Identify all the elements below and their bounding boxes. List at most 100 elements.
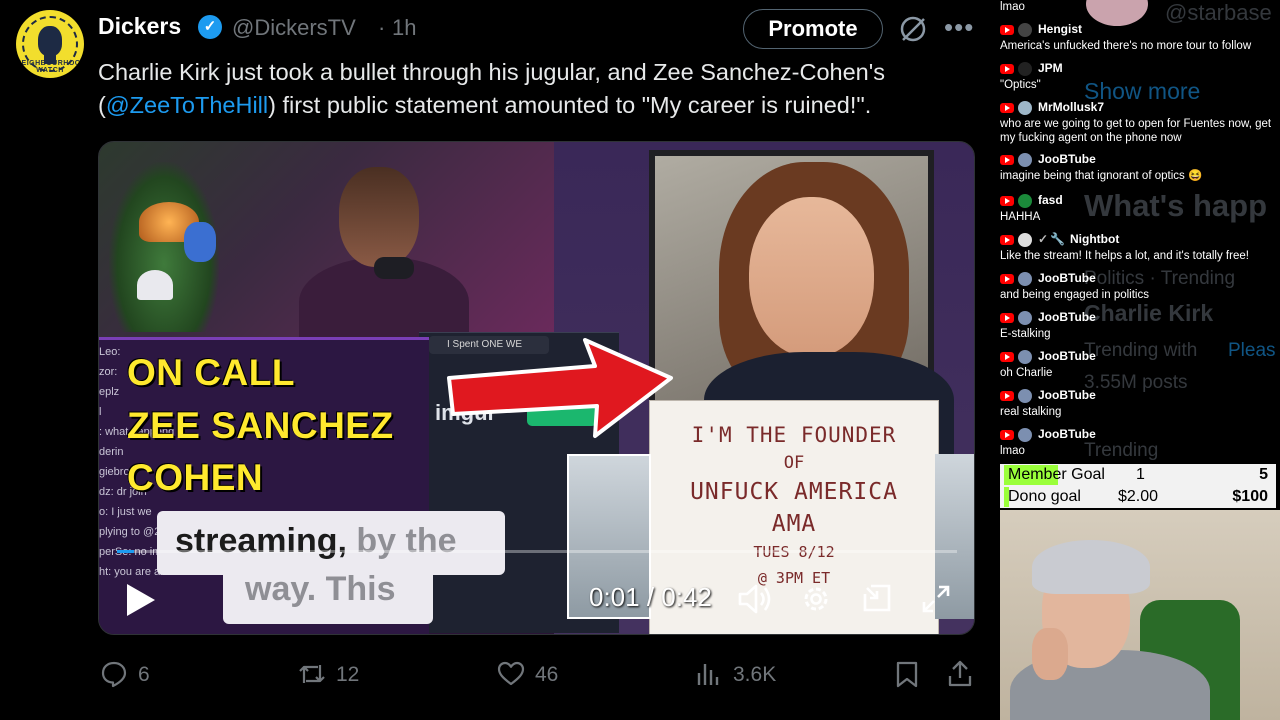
chat-username: JPM xyxy=(1038,61,1063,75)
chat-message-text: imagine being that ignorant of optics 😆 xyxy=(1000,170,1203,182)
play-icon[interactable] xyxy=(123,582,157,618)
user-avatar xyxy=(1018,152,1032,167)
chat-message-text: Like the stream! It helps a lot, and it'… xyxy=(1000,250,1249,262)
ghost-trend-category: Politics · Trending xyxy=(1084,268,1236,289)
like-count: 46 xyxy=(535,663,559,686)
chat-username: JooBTube xyxy=(1038,152,1096,166)
overlay-title-line: COHEN xyxy=(127,457,264,498)
figurine-decor xyxy=(184,222,216,262)
video-progress-fill xyxy=(117,550,134,553)
promote-button[interactable]: Promote xyxy=(743,9,883,49)
picture-in-picture-icon[interactable] xyxy=(861,582,893,614)
heart-icon xyxy=(497,661,525,686)
chat-username: JooBTube xyxy=(1038,427,1096,441)
views-bar-chart-icon xyxy=(697,664,719,685)
user-avatar xyxy=(1018,388,1032,403)
ghost-trend-link: Pleas xyxy=(1228,340,1276,361)
chat-message-text: who are we going to get to open for Fuen… xyxy=(1000,118,1272,144)
user-avatar xyxy=(1018,310,1032,325)
chat-message-author: JooBTube xyxy=(1000,349,1096,365)
tweet-text-part: ) first public statement amounted to "My… xyxy=(268,92,872,118)
video-progress-bar[interactable] xyxy=(117,550,957,553)
chat-message-author: JooBTube xyxy=(1000,310,1096,326)
moderator-check-icon: ✓ xyxy=(1038,232,1049,246)
bookmark-icon[interactable] xyxy=(893,660,921,688)
chat-username: JooBTube xyxy=(1038,349,1096,363)
fullscreen-icon[interactable] xyxy=(921,584,951,614)
author-avatar[interactable]: NEIGHBOURHOOD WATCH xyxy=(16,10,84,78)
chat-username: JooBTube xyxy=(1038,310,1096,324)
tweet-text: Charlie Kirk just took a bullet through … xyxy=(98,56,988,122)
reply-icon xyxy=(101,661,127,688)
user-avatar xyxy=(1018,427,1032,442)
avatar-logo-text: NEIGHBOURHOOD WATCH xyxy=(16,60,84,74)
red-arrow-icon xyxy=(447,338,673,438)
youtube-icon xyxy=(1000,195,1014,206)
youtube-icon xyxy=(1000,24,1014,35)
repost-icon xyxy=(299,665,325,683)
chat-message-text: real stalking xyxy=(1000,406,1062,418)
caption-line: streaming, by the xyxy=(175,522,457,561)
member-goal-current: 1 xyxy=(1136,466,1145,483)
overlay-title-line: ZEE SANCHEZ xyxy=(127,405,394,446)
author-name[interactable]: Dickers xyxy=(98,13,181,40)
author-handle[interactable]: @DickersTV xyxy=(232,15,356,41)
cap-decor xyxy=(137,270,173,300)
mention-link[interactable]: @ZeeToTheHill xyxy=(106,92,268,118)
dono-goal-bar: Dono goal $2.00 $100 xyxy=(1004,487,1276,507)
volume-icon[interactable] xyxy=(737,582,773,616)
streamer-webcam xyxy=(1000,510,1280,720)
chat-message-text: HAHHA xyxy=(1000,211,1041,223)
sign-line: OF xyxy=(783,453,805,473)
chat-username: JooBTube xyxy=(1038,388,1096,402)
chat-message-text: lmao xyxy=(1000,1,1025,13)
user-avatar xyxy=(1018,232,1032,247)
member-goal-label: Member Goal xyxy=(1008,466,1105,483)
sign-line: I'M THE FOUNDER xyxy=(691,423,897,447)
sign-line: AMA xyxy=(771,511,817,537)
settings-gear-icon[interactable] xyxy=(799,582,833,616)
grok-icon[interactable] xyxy=(898,14,928,44)
chat-username: Nightbot xyxy=(1070,232,1120,246)
chat-username: MrMollusk7 xyxy=(1038,100,1105,114)
goals-widget: Member Goal 1 5 Dono goal $2.00 $100 xyxy=(1000,464,1276,508)
caption-line: way. This xyxy=(245,570,396,608)
video-scene-host xyxy=(99,142,559,347)
chat-message-author: JooBTube xyxy=(1000,427,1096,443)
chat-username: fasd xyxy=(1038,193,1063,207)
microphone xyxy=(374,257,414,279)
share-icon[interactable] xyxy=(946,658,974,688)
dono-goal-label: Dono goal xyxy=(1008,488,1081,505)
chat-message-author: JooBTube xyxy=(1000,152,1096,168)
chat-message-author: JooBTube xyxy=(1000,388,1096,404)
streamer-hand xyxy=(1032,628,1068,680)
member-goal-target: 5 xyxy=(1259,466,1268,483)
chat-message-text: "Optics" xyxy=(1000,79,1041,91)
time-current: 0:01 xyxy=(589,582,640,612)
user-avatar xyxy=(1018,349,1032,364)
time-separator: / xyxy=(639,582,662,612)
youtube-icon xyxy=(1000,273,1014,284)
dono-goal-current: $2.00 xyxy=(1118,488,1159,505)
youtube-icon xyxy=(1000,312,1014,323)
meta-separator: · xyxy=(378,15,386,40)
user-avatar xyxy=(1018,22,1032,37)
user-avatar xyxy=(1018,100,1032,115)
more-options-icon[interactable]: ••• xyxy=(944,14,976,44)
dono-goal-target: $100 xyxy=(1232,488,1268,505)
user-avatar xyxy=(1018,61,1032,76)
host-head xyxy=(339,167,419,267)
ghost-trend-with: Trending with xyxy=(1084,340,1198,361)
chat-message-text: and being engaged in politics xyxy=(1000,289,1149,301)
caption-word-active: streaming, xyxy=(175,522,347,560)
chat-message-author: JPM xyxy=(1000,61,1063,77)
video-player[interactable]: I'M THE FOUNDER OF UNFUCK AMERICA AMA TU… xyxy=(98,141,975,635)
chat-message-author: fasd xyxy=(1000,193,1063,209)
user-avatar xyxy=(1018,193,1032,208)
youtube-icon xyxy=(1000,154,1014,165)
guest-face xyxy=(749,197,874,357)
chat-message-text: America's unfucked there's no more tour … xyxy=(1000,40,1252,52)
tweet-timestamp[interactable]: 1h xyxy=(392,15,416,41)
user-avatar xyxy=(1018,271,1032,286)
wrench-icon: 🔧 xyxy=(1050,232,1066,246)
